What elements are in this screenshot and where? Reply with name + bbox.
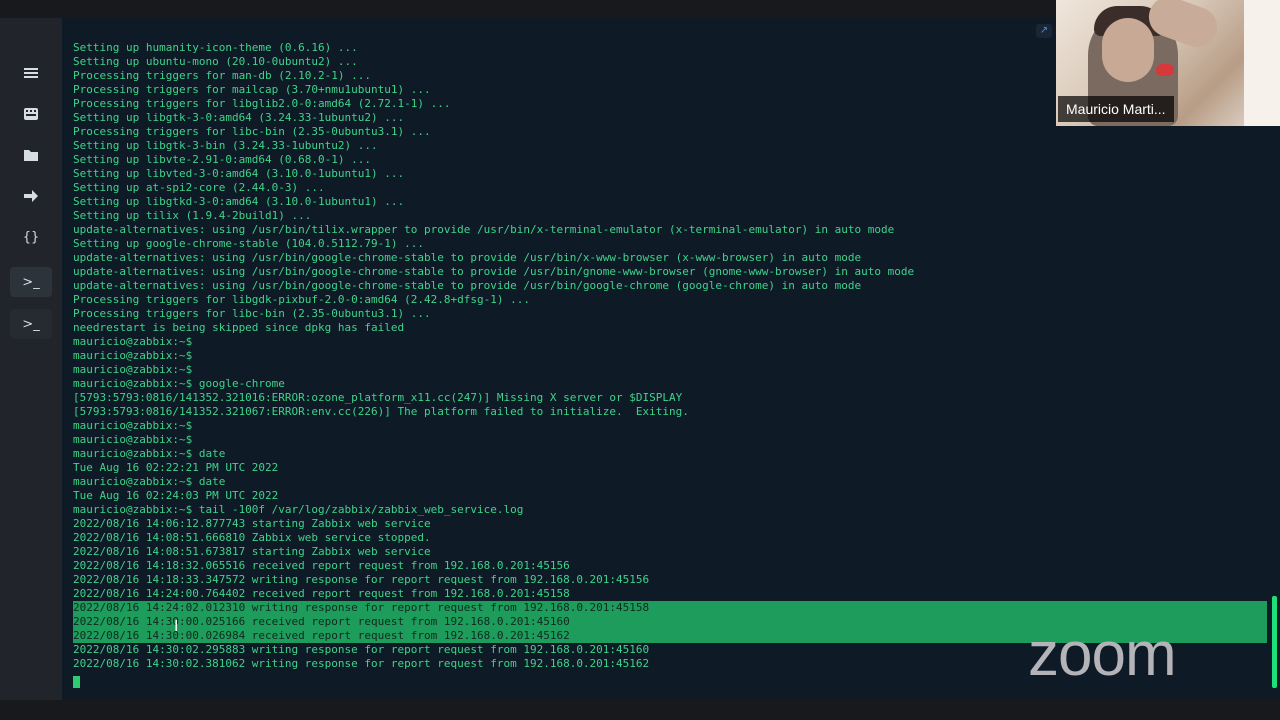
terminal-line: Setting up libgtkd-3-0:amd64 (3.10.0-1ub…	[73, 195, 405, 208]
participant-video[interactable]: Mauricio Marti...	[1056, 0, 1280, 126]
terminal-line: mauricio@zabbix:~$	[73, 433, 193, 446]
terminal-line: update-alternatives: using /usr/bin/tili…	[73, 223, 895, 236]
terminal-line: mauricio@zabbix:~$ google-chrome	[73, 377, 285, 390]
zoom-watermark-logo: zoom	[1028, 620, 1177, 689]
terminal-line: Setting up tilix (1.9.4-2build1) ...	[73, 209, 312, 222]
terminal-line: Setting up libgtk-3-bin (3.24.33-1ubuntu…	[73, 139, 378, 152]
terminal-line: needrestart is being skipped since dpkg …	[73, 321, 405, 334]
terminal-line: Setting up libvte-2.91-0:amd64 (0.68.0-1…	[73, 153, 372, 166]
text-cursor-icon: I	[174, 617, 179, 635]
terminal-line: mauricio@zabbix:~$ tail -100f /var/log/z…	[73, 503, 524, 516]
terminal-line: Tue Aug 16 02:22:21 PM UTC 2022	[73, 461, 279, 474]
bottom-bar	[0, 700, 1280, 720]
terminal-line: Tue Aug 16 02:24:03 PM UTC 2022	[73, 489, 279, 502]
terminal-icon[interactable]: >_	[10, 267, 52, 297]
terminal-line: mauricio@zabbix:~$ date	[73, 447, 226, 460]
participant-face	[1102, 18, 1154, 82]
participant-name: Mauricio Marti...	[1058, 96, 1174, 122]
terminal-line: [5793:5793:0816/141352.321067:ERROR:env.…	[73, 405, 689, 418]
keyboard-icon[interactable]	[10, 99, 52, 129]
terminal-line: 2022/08/16 14:18:33.347572 writing respo…	[73, 573, 650, 586]
terminal-scrollbar[interactable]	[1272, 596, 1277, 688]
terminal-line: 2022/08/16 14:18:32.065516 received repo…	[73, 559, 570, 572]
terminal-line: update-alternatives: using /usr/bin/goog…	[73, 265, 915, 278]
terminal-line: Processing triggers for libc-bin (2.35-0…	[73, 307, 431, 320]
terminal-line: mauricio@zabbix:~$	[73, 349, 193, 362]
headphone-light	[1156, 64, 1174, 76]
snippets-icon[interactable]: {}	[10, 222, 52, 252]
terminal-line: mauricio@zabbix:~$	[73, 363, 193, 376]
terminal-line: update-alternatives: using /usr/bin/goog…	[73, 251, 862, 264]
terminal-line: 2022/08/16 14:24:00.764402 received repo…	[73, 587, 570, 600]
terminal-line: mauricio@zabbix:~$ date	[73, 475, 226, 488]
terminal-line: [5793:5793:0816/141352.321016:ERROR:ozon…	[73, 391, 683, 404]
terminal-lines: Setting up humanity-icon-theme (0.6.16) …	[73, 41, 1273, 671]
video-background	[1244, 0, 1280, 126]
port-forward-icon[interactable]	[10, 181, 52, 211]
terminal-line: mauricio@zabbix:~$	[73, 335, 193, 348]
terminal-line: Setting up at-spi2-core (2.44.0-3) ...	[73, 181, 325, 194]
share-screen-icon[interactable]: ↗	[1036, 24, 1052, 38]
terminal-line: 2022/08/16 14:08:51.666810 Zabbix web se…	[73, 531, 431, 544]
terminal-line: 2022/08/16 14:06:12.877743 starting Zabb…	[73, 517, 431, 530]
terminal-line: update-alternatives: using /usr/bin/goog…	[73, 279, 862, 292]
terminal-line: Processing triggers for libgdk-pixbuf-2.…	[73, 293, 530, 306]
terminal-line: Setting up google-chrome-stable (104.0.5…	[73, 237, 424, 250]
sidebar: {} >_ >_	[0, 18, 62, 700]
terminal-line: Setting up libvted-3-0:amd64 (3.10.0-1ub…	[73, 167, 405, 180]
terminal-cursor	[73, 676, 80, 688]
menu-icon[interactable]	[10, 58, 52, 88]
terminal-line: Processing triggers for libc-bin (2.35-0…	[73, 125, 431, 138]
folder-icon[interactable]	[10, 140, 52, 170]
terminal-session-icon[interactable]: >_	[10, 309, 52, 339]
terminal-line: 2022/08/16 14:24:02.012310 writing respo…	[73, 601, 1267, 615]
terminal-line: 2022/08/16 14:08:51.673817 starting Zabb…	[73, 545, 431, 558]
terminal-line: mauricio@zabbix:~$	[73, 419, 193, 432]
